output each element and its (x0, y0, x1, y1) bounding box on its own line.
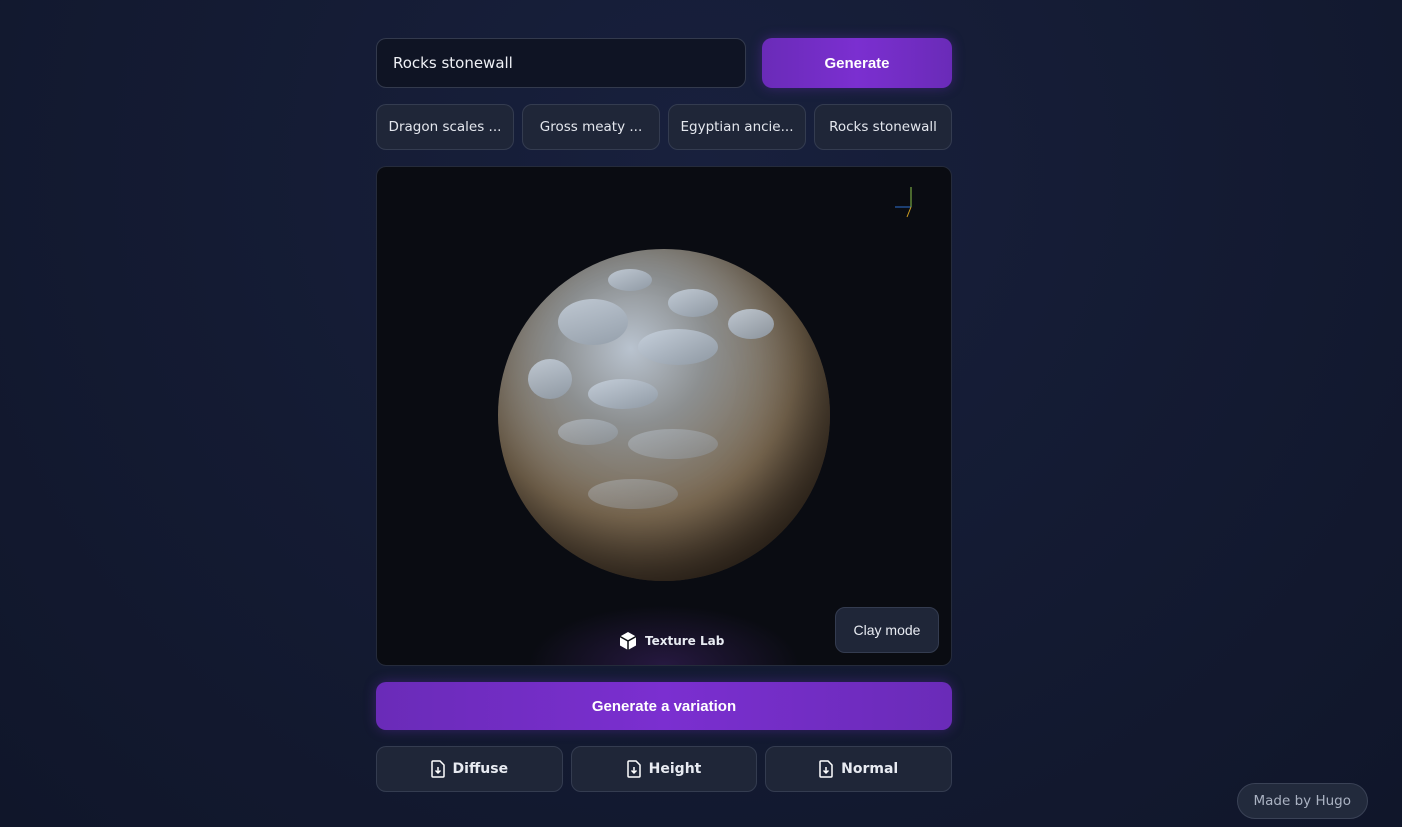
download-diffuse-button[interactable]: Diffuse (376, 746, 563, 792)
cube-logo-icon (619, 632, 637, 650)
axes-gizmo-icon (895, 187, 912, 218)
file-download-icon (819, 760, 833, 778)
made-by-link[interactable]: Made by Hugo (1236, 783, 1368, 819)
3d-viewer[interactable]: Texture Lab Clay mode (376, 166, 952, 666)
generate-variation-button[interactable]: Generate a variation (376, 682, 952, 730)
suggestion-chips: Dragon scales ... Gross meaty ... Egypti… (376, 104, 952, 150)
file-download-icon (626, 760, 641, 778)
suggestion-chip[interactable]: Gross meaty ... (522, 104, 660, 150)
suggestion-chip[interactable]: Dragon scales ... (376, 104, 514, 150)
download-normal-button[interactable]: Normal (765, 746, 953, 792)
texture-generator: Rocks stonewall Generate Dragon scales .… (376, 38, 953, 792)
brand-name: Texture Lab (645, 634, 725, 648)
prompt-input[interactable]: Rocks stonewall (376, 38, 746, 88)
download-label: Normal (841, 761, 899, 777)
download-label: Diffuse (452, 761, 509, 777)
clay-mode-button[interactable]: Clay mode (835, 607, 939, 653)
download-buttons: Diffuse Height Normal (376, 746, 953, 792)
suggestion-chip[interactable]: Egyptian ancie... (668, 104, 806, 150)
file-download-icon (430, 760, 445, 778)
download-label: Height (648, 761, 702, 777)
brand: Texture Lab (619, 631, 724, 651)
suggestion-chip[interactable]: Rocks stonewall (814, 104, 952, 150)
generate-button[interactable]: Generate (762, 38, 952, 88)
download-height-button[interactable]: Height (570, 746, 758, 792)
texture-preview-sphere[interactable] (498, 249, 830, 581)
